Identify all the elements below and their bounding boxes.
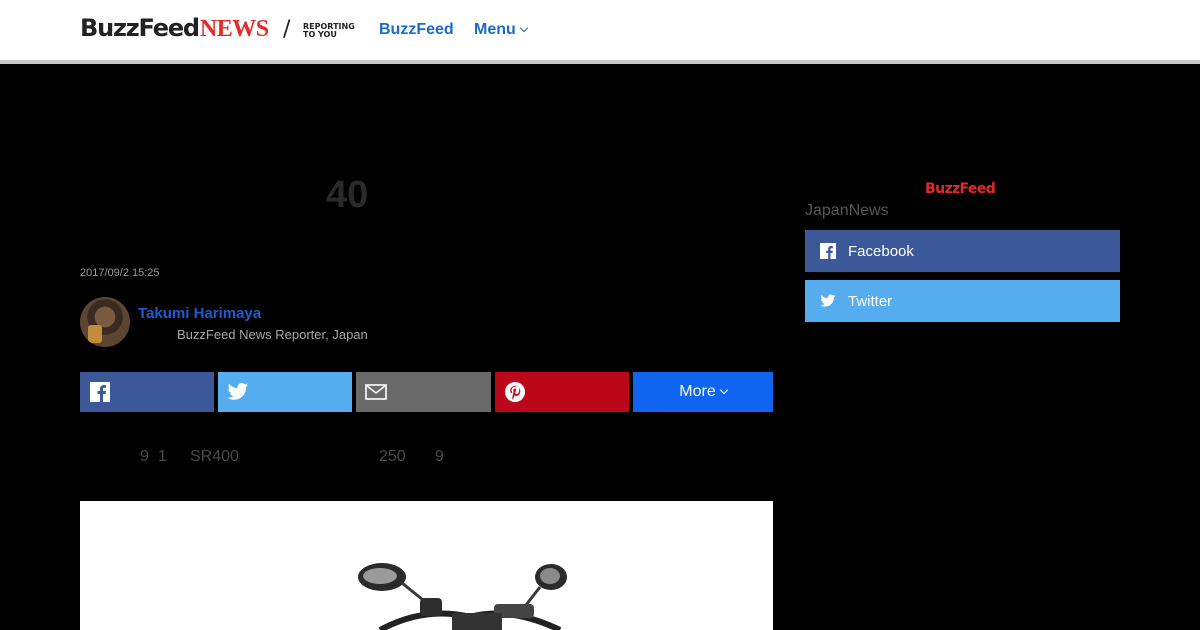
logo-buzzfeed-text: BuzzFeed (80, 14, 200, 42)
share-twitter-button[interactable] (218, 372, 352, 412)
twitter-icon (227, 383, 249, 400)
summary-fragment: 9 (140, 448, 149, 465)
site-header: BuzzFeed NEWS / REPORTING TO YOU BuzzFee… (0, 0, 1200, 64)
chevron-down-icon (519, 23, 529, 33)
logo-news-text: NEWS (199, 16, 269, 42)
site-logo[interactable]: BuzzFeed NEWS (80, 14, 269, 44)
nav-menu-button[interactable]: Menu (474, 21, 529, 39)
motorcycle-image (358, 563, 567, 630)
sidebar-title: JapanNews (805, 202, 889, 219)
nav-buzzfeed-link[interactable]: BuzzFeed (379, 21, 454, 39)
sidebar-twitter-label: Twitter (848, 292, 893, 310)
summary-fragment: SR400 (190, 448, 239, 465)
sidebar-facebook-label: Facebook (848, 242, 914, 260)
summary-fragment: 1 (158, 448, 167, 465)
pinterest-icon (505, 382, 525, 402)
share-email-button[interactable] (356, 372, 491, 412)
logo-tagline: REPORTING TO YOU (303, 23, 359, 39)
nav-menu-label: Menu (474, 21, 516, 38)
author-role: BuzzFeed News Reporter, Japan (177, 327, 368, 342)
facebook-icon (90, 382, 110, 402)
chevron-down-icon (719, 385, 728, 395)
article-headline: 40 (326, 174, 369, 216)
share-more-label: More (679, 383, 716, 400)
sidebar-logo: BuzzFeed (925, 181, 996, 197)
summary-fragment: 9 (435, 448, 444, 465)
article-timestamp: 2017/09/2 15:25 (80, 267, 160, 279)
twitter-icon (820, 293, 836, 309)
share-facebook-button[interactable] (80, 372, 214, 412)
share-more-button[interactable]: More (633, 372, 773, 412)
author-name-link[interactable]: Takumi Harimaya (138, 305, 261, 322)
share-pinterest-button[interactable] (495, 372, 629, 412)
facebook-icon (820, 243, 836, 259)
author-avatar[interactable] (80, 297, 130, 347)
email-icon (365, 384, 387, 400)
logo-slash: / (283, 17, 291, 42)
article-hero-image (80, 501, 773, 630)
sidebar-twitter-button[interactable]: Twitter (805, 280, 1120, 322)
summary-fragment: 250 (379, 448, 406, 465)
tagline-line-2: TO YOU (303, 30, 337, 39)
sidebar-facebook-button[interactable]: Facebook (805, 230, 1120, 272)
